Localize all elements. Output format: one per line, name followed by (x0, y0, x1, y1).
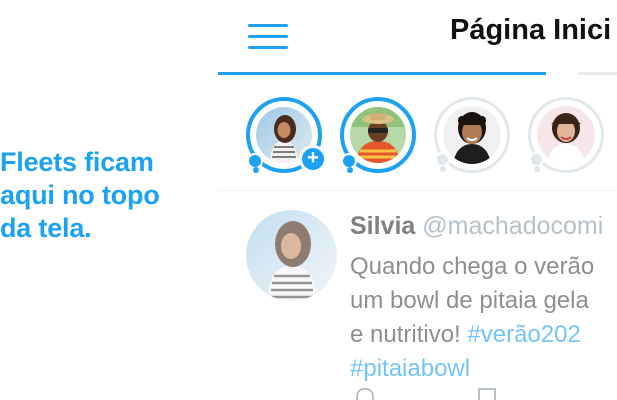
tweet-line-2: um bowl de pitaia gela (350, 287, 589, 314)
fleet-3[interactable] (434, 97, 510, 173)
tweet-line-1: Quando chega o verão (350, 253, 595, 280)
fleet-4[interactable] (528, 97, 604, 173)
retweet-icon[interactable] (478, 388, 496, 400)
home-screen: Página Inici + Silvia @machadocomi Quand… (218, 0, 617, 400)
tweet-author-avatar[interactable] (246, 210, 337, 301)
fleet-own[interactable]: + (246, 97, 327, 173)
tweet-line-4: #pitaiabowl (350, 352, 617, 386)
tab-indicator-inactive (578, 72, 617, 75)
hashtag-verao[interactable]: #verão202 (467, 321, 580, 348)
tweet-text: Quando chega o verão um bowl de pitaia g… (350, 250, 617, 386)
reply-icon[interactable] (356, 388, 374, 400)
tweet-line-3-text: e nutritivo! (350, 321, 468, 348)
fleet-2[interactable] (340, 97, 416, 173)
annotation-line-3: da tela. (0, 213, 92, 243)
fleets-annotation: Fleets ficam aqui no topo da tela. (0, 146, 205, 245)
tweet-author-handle[interactable]: @machadocomi (422, 212, 603, 240)
fleets-divider (218, 190, 617, 191)
hashtag-pitaiabowl[interactable]: #pitaiabowl (350, 355, 470, 382)
add-fleet-icon[interactable]: + (299, 145, 327, 173)
fleet-3-avatar (443, 106, 501, 164)
fleet-2-avatar (350, 107, 406, 163)
tweet-author-name[interactable]: Silvia (350, 212, 415, 240)
menu-icon[interactable] (248, 24, 288, 50)
tweet-actions (350, 388, 617, 400)
annotation-line-1: Fleets ficam (0, 147, 154, 177)
annotation-line-2: aqui no topo (0, 180, 160, 210)
tab-indicator-active (218, 72, 546, 75)
tweet-header: Silvia @machadocomi (350, 212, 603, 241)
page-title: Página Inici (450, 14, 612, 46)
tweet-line-3: e nutritivo! #verão202 (350, 318, 617, 352)
fleet-4-avatar (537, 106, 595, 164)
